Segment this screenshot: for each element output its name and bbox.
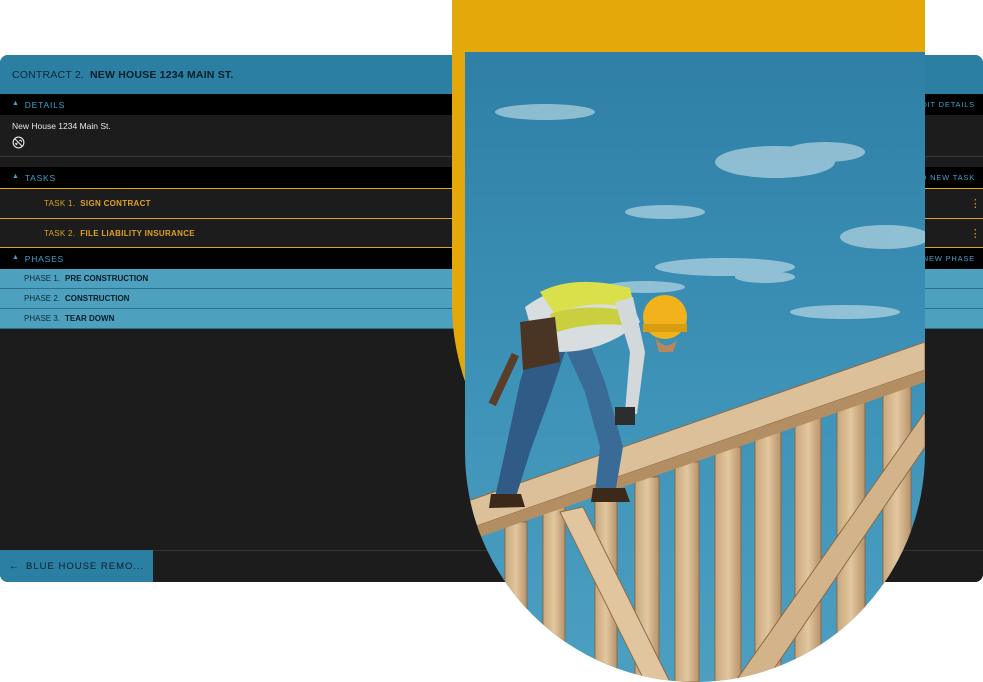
hero-photo-card [452,0,925,682]
edit-details-button[interactable]: DIT DETAILS [921,94,975,115]
task-title: SIGN CONTRACT [80,199,151,208]
arrow-left-icon: ← [9,560,20,572]
back-button-label: BLUE HOUSE REMO... [26,560,145,572]
task-number: TASK 2. [44,228,76,238]
contract-number: CONTRACT 2. [12,68,85,81]
add-phase-button[interactable]: NEW PHASE [923,248,975,269]
phase-number: PHASE 2. [24,294,61,303]
chevron-up-icon: ▲ [12,173,20,180]
construction-photo [465,52,925,682]
phase-number: PHASE 3. [24,314,61,323]
phase-title: TEAR DOWN [65,314,115,323]
phase-title: PRE CONSTRUCTION [65,274,149,283]
task-title: FILE LIABILITY INSURANCE [80,228,195,238]
add-task-button[interactable]: D NEW TASK [921,167,975,188]
construction-worker-illustration [465,52,925,682]
chevron-up-icon: ▲ [12,100,20,107]
more-options-icon[interactable]: ⋮ [970,227,981,240]
tasks-heading: TASKS [24,172,56,183]
phase-title: CONSTRUCTION [65,294,130,303]
phase-number: PHASE 1. [24,274,61,283]
contract-name: NEW HOUSE 1234 MAIN ST. [90,68,234,81]
phases-heading: PHASES [24,253,65,264]
no-link-icon[interactable] [12,136,25,149]
chevron-up-icon: ▲ [12,254,20,261]
task-number: TASK 1. [44,199,76,208]
more-options-icon[interactable]: ⋮ [970,197,981,210]
details-heading: DETAILS [24,99,66,110]
back-button[interactable]: ← BLUE HOUSE REMO... [0,550,153,582]
